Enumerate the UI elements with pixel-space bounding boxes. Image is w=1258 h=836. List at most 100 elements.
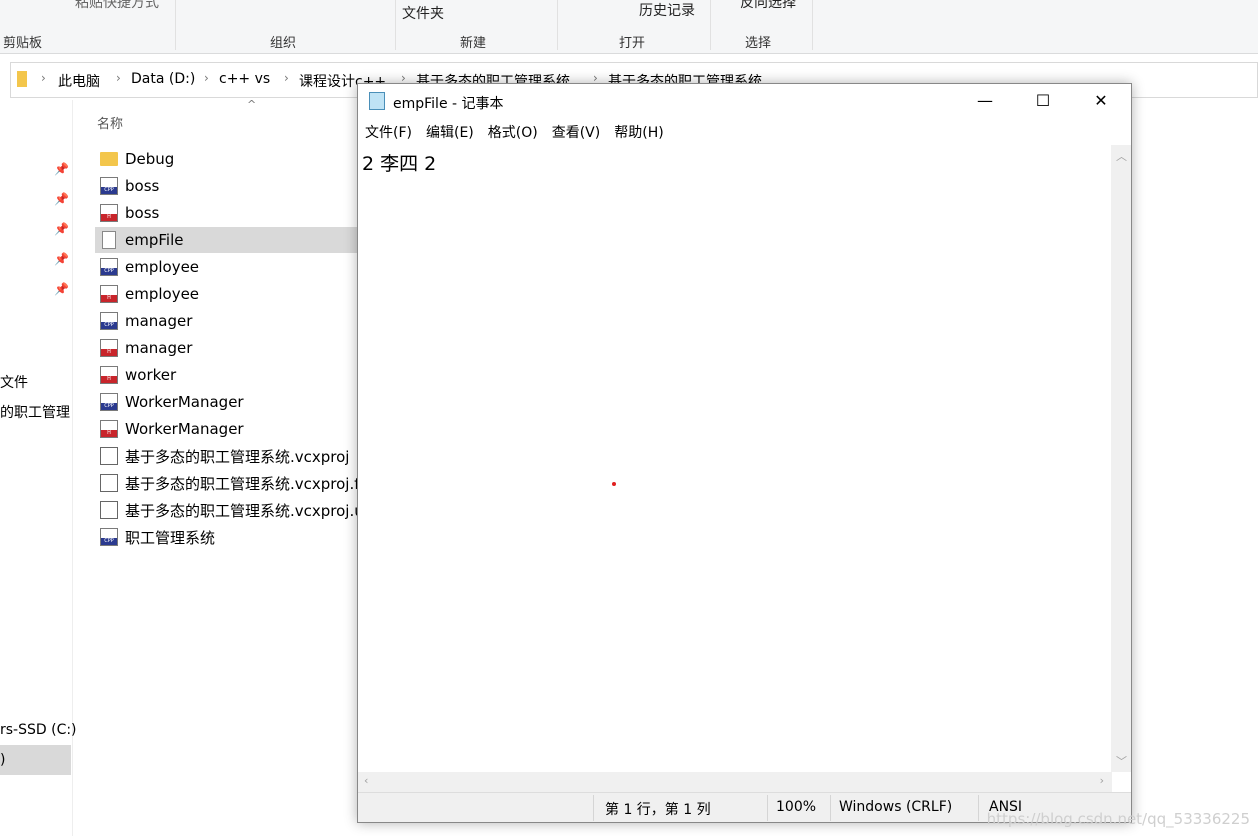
file-row[interactable]: worker [95,362,357,388]
file-row[interactable]: employee [95,254,357,280]
window-title: empFile - 记事本 [393,96,504,112]
text-editor[interactable]: 2 李四 2 [358,145,1112,772]
pin-icon: 📌 [54,222,69,236]
file-row[interactable]: employee [95,281,357,307]
scroll-down-icon[interactable]: ﹀ [1116,753,1127,769]
file-name: manager [125,339,193,357]
file-name: 基于多态的职工管理系统.vcxproj.f [125,474,357,493]
scroll-up-icon[interactable]: ︿ [1116,148,1127,164]
group-organize: 组织 [270,36,297,51]
file-row[interactable]: 基于多态的职工管理系统.vcxproj [95,443,357,469]
file-row[interactable]: Debug [95,146,357,172]
file-name: 职工管理系统 [125,528,216,547]
folder-icon [17,71,27,87]
cpp-file-icon [100,393,118,411]
proj-file-icon [100,501,118,519]
pin-icon: 📌 [54,282,69,296]
history-button[interactable]: 历史记录 [639,0,695,20]
new-folder-button[interactable]: 文件夹 [402,3,444,23]
cursor-dot [612,482,616,486]
file-row[interactable]: manager [95,335,357,361]
file-name: empFile [125,231,184,249]
file-row[interactable]: WorkerManager [95,389,357,415]
proj-file-icon [100,474,118,492]
group-clipboard: 剪贴板 [3,36,43,51]
proj-file-icon [100,447,118,465]
breadcrumb-data-d[interactable]: Data (D:) [131,71,195,87]
file-row[interactable]: empFile [95,227,357,253]
file-name: employee [125,258,200,276]
nav-item-c-drive[interactable]: rs-SSD (C:) [0,722,77,738]
file-name: boss [125,204,160,222]
h-file-icon [100,285,118,303]
notepad-icon [369,92,385,110]
column-header-name[interactable]: 名称 [97,113,123,132]
nav-item[interactable]: 文件 [0,372,28,392]
cpp-file-icon [100,528,118,546]
file-row[interactable]: WorkerManager [95,416,357,442]
vertical-scrollbar[interactable]: ︿ ﹀ [1111,145,1131,772]
maximize-button[interactable]: ☐ [1014,84,1072,118]
file-name: 基于多态的职工管理系统.vcxproj [125,447,350,466]
zoom-level: 100% [776,799,817,815]
h-file-icon [100,204,118,222]
chevron-right-icon: › [41,71,46,85]
group-new: 新建 [460,36,487,51]
chevron-right-icon: › [204,71,209,85]
navigation-pane: 📌 📌 📌 📌 📌 文件 的职工管理 rs-SSD (C:) ) [0,100,77,836]
breadcrumb-this-pc[interactable]: 此电脑 [58,71,100,91]
cpp-file-icon [100,312,118,330]
close-button[interactable]: ✕ [1072,84,1130,118]
file-name: employee [125,285,200,303]
file-name: WorkerManager [125,393,244,411]
sort-up-icon: ^ [247,98,257,111]
folder-file-icon [100,152,118,166]
pin-icon: 📌 [54,252,69,266]
cursor-position: 第 1 行，第 1 列 [605,802,711,818]
file-row[interactable]: 基于多态的职工管理系统.vcxproj.u [95,497,357,523]
watermark: https://blog.csdn.net/qq_53336225 [986,810,1250,828]
file-row[interactable]: boss [95,200,357,226]
menu-help[interactable]: 帮助(H) [607,122,670,144]
cpp-file-icon [100,258,118,276]
file-name: 基于多态的职工管理系统.vcxproj.u [125,501,357,520]
minimize-button[interactable]: — [956,84,1014,118]
cpp-file-icon [100,177,118,195]
menu-view[interactable]: 查看(V) [545,122,608,144]
line-ending: Windows (CRLF) [839,799,953,815]
chevron-right-icon: › [284,71,289,85]
file-name: manager [125,312,193,330]
txt-file-icon [102,231,116,249]
file-name: boss [125,177,160,195]
scroll-right-icon[interactable]: › [1100,774,1104,787]
paste-shortcut-button[interactable]: 粘贴快捷方式 [75,0,159,12]
file-row[interactable]: manager [95,308,357,334]
notepad-window: empFile - 记事本 — ☐ ✕ 文件(F) 编辑(E) 格式(O) 查看… [357,83,1132,823]
file-row[interactable]: boss [95,173,357,199]
chevron-right-icon: › [116,71,121,85]
breadcrumb-cpp-vs[interactable]: c++ vs [219,71,270,87]
nav-item-selected[interactable]: ) [0,745,71,775]
h-file-icon [100,420,118,438]
menu-bar: 文件(F) 编辑(E) 格式(O) 查看(V) 帮助(H) [358,122,671,144]
menu-edit[interactable]: 编辑(E) [419,122,481,144]
nav-item[interactable]: 的职工管理 [0,402,70,422]
group-open: 打开 [619,36,646,51]
h-file-icon [100,366,118,384]
invert-selection-button[interactable]: 反向选择 [740,0,796,12]
scroll-left-icon[interactable]: ‹ [364,774,368,787]
menu-format[interactable]: 格式(O) [481,122,545,144]
file-name: WorkerManager [125,420,244,438]
file-row[interactable]: 基于多态的职工管理系统.vcxproj.f [95,470,357,496]
title-bar[interactable]: empFile - 记事本 — ☐ ✕ [358,84,1131,118]
pin-icon: 📌 [54,192,69,206]
horizontal-scrollbar[interactable]: ‹ › [358,772,1112,792]
pin-icon: 📌 [54,162,69,176]
file-name: Debug [125,150,175,168]
group-select: 选择 [745,36,772,51]
file-row[interactable]: 职工管理系统 [95,524,357,550]
h-file-icon [100,339,118,357]
file-name: worker [125,366,177,384]
ribbon: 粘贴快捷方式 文件夹 历史记录 反向选择 剪贴板 组织 新建 打开 选择 [0,0,1258,54]
menu-file[interactable]: 文件(F) [358,122,419,144]
